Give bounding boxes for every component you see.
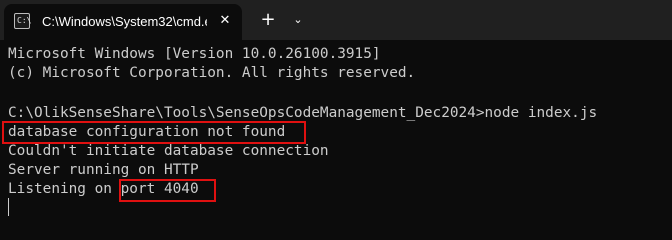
terminal-line: Server running on HTTP	[8, 162, 199, 178]
chevron-down-icon[interactable]: ⌄	[289, 10, 307, 30]
plus-icon[interactable]: +	[257, 9, 279, 31]
tab-cmd[interactable]: C:\ C:\Windows\System32\cmd.e ✕	[4, 4, 242, 40]
close-icon[interactable]: ✕	[216, 12, 234, 30]
terminal-output[interactable]: Microsoft Windows [Version 10.0.26100.39…	[0, 40, 672, 238]
title-bar: C:\ C:\Windows\System32\cmd.e ✕ + ⌄	[0, 0, 672, 40]
terminal-line: (c) Microsoft Corporation. All rights re…	[8, 65, 416, 81]
highlight-box-port	[119, 179, 216, 202]
cmd-icon: C:\	[14, 13, 31, 29]
terminal-line: Couldn't initiate database connection	[8, 143, 329, 159]
tab-title: C:\Windows\System32\cmd.e	[42, 14, 207, 29]
highlight-box-error	[2, 121, 306, 144]
text-cursor	[8, 198, 9, 216]
terminal-line: Microsoft Windows [Version 10.0.26100.39…	[8, 46, 381, 62]
